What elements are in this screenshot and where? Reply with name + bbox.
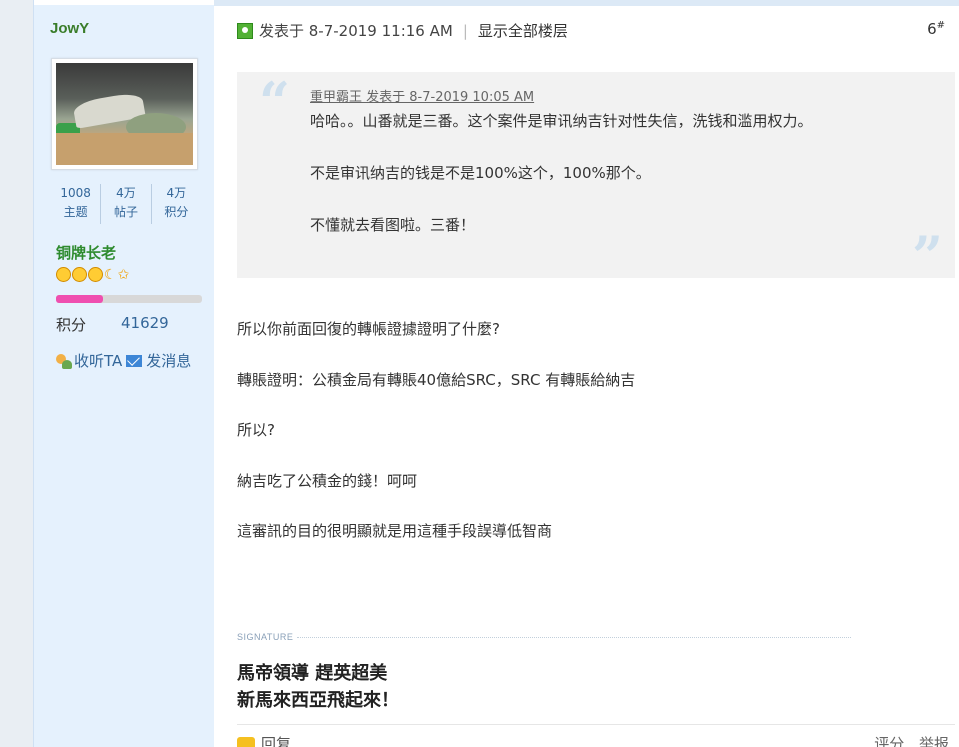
quote-paragraph: 不是审讯纳吉的钱是不是100%这个，100%那个。 [310, 164, 651, 182]
rank-icons: ☾ ✩ [56, 267, 129, 283]
post-paragraph: 納吉吃了公積金的錢！呵呵 [237, 471, 418, 490]
points-value: 41629 [121, 314, 169, 332]
signature-dots [297, 636, 851, 638]
reply-button[interactable]: 回复 [237, 733, 291, 747]
show-all-floors-link[interactable]: 显示全部楼层 [478, 20, 568, 41]
post-paragraph: 轉賬證明：公積金局有轉賬40億給SRC，SRC 有轉賬給納吉 [237, 370, 636, 389]
footer-divider [237, 724, 955, 725]
signature-line: 馬帝領導 趕英超美 [237, 663, 388, 684]
quote-paragraph: 哈哈。。山番就是三番。这个案件是审讯纳吉针对性失信，洗钱和滥用权力。 [310, 112, 813, 130]
signature-line: 新馬來西亞飛起來！ [237, 690, 399, 711]
sun-face-icon [72, 267, 87, 282]
header-separator: | [462, 21, 468, 40]
post-paragraph: 所以? [237, 421, 275, 440]
stat-posts[interactable]: 4万 帖子 [100, 184, 150, 224]
user-stats: 1008 主题 4万 帖子 4万 积分 [51, 184, 201, 224]
mail-icon [126, 354, 143, 367]
sun-face-icon [88, 267, 103, 282]
star-icon: ✩ [117, 267, 130, 283]
send-message-link[interactable]: 发消息 [146, 350, 191, 371]
post-actions: 评分 举报 [864, 733, 949, 747]
signature: 馬帝領導 趕英超美 新馬來西亞飛起來！ [237, 660, 399, 714]
reply-icon [237, 736, 255, 747]
avatar-image [56, 63, 193, 165]
moon-icon: ☾ [104, 267, 117, 283]
rank-title[interactable]: 铜牌长老 [56, 242, 116, 263]
stat-threads[interactable]: 1008 主题 [51, 184, 100, 224]
post-timestamp: 发表于 8-7-2019 11:16 AM [259, 22, 453, 40]
floor-number-value: 6 [927, 20, 937, 38]
user-actions: 收听TA 发消息 [54, 350, 191, 371]
rank-progress-bar [56, 295, 202, 303]
close-quote-icon: ” [911, 224, 943, 288]
post-main: 发表于 8-7-2019 11:16 AM | 显示全部楼层 6# “ 重甲霸王… [214, 0, 959, 747]
online-status-icon [237, 22, 253, 39]
page-gutter [0, 0, 33, 747]
post-content: 所以你前面回復的轉帳證據證明了什麼? 轉賬證明：公積金局有轉賬40億給SRC，S… [237, 318, 937, 571]
post-top-bar [214, 0, 959, 6]
username[interactable]: JowY [50, 20, 89, 37]
signature-divider: SIGNATURE [237, 632, 851, 642]
post-paragraph: 這審訊的目的很明顯就是用這種手段誤導低智商 [237, 522, 553, 541]
rank-progress-fill [56, 295, 103, 303]
post-paragraph: 所以你前面回復的轉帳證據證明了什麼? [237, 320, 500, 338]
sun-face-icon [56, 267, 71, 282]
avatar[interactable] [51, 58, 198, 170]
rate-link[interactable]: 评分 [874, 735, 904, 747]
follow-icon [54, 353, 72, 369]
quote-paragraph: 不懂就去看图啦。三番！ [310, 216, 476, 234]
follow-link[interactable]: 收听TA [74, 350, 122, 371]
quote-block: “ 重甲霸王 发表于 8-7-2019 10:05 AM 哈哈。。山番就是三番。… [237, 70, 955, 288]
quote-author-link[interactable]: 重甲霸王 发表于 8-7-2019 10:05 AM [310, 86, 534, 105]
reply-label: 回复 [261, 735, 292, 747]
points-label: 积分 [56, 316, 87, 334]
stat-credits[interactable]: 4万 积分 [150, 184, 201, 224]
report-link[interactable]: 举报 [919, 735, 949, 747]
signature-label: SIGNATURE [237, 632, 294, 642]
floor-number[interactable]: 6# [927, 20, 945, 38]
sidebar-top-line [34, 0, 214, 5]
open-quote-icon: “ [259, 70, 291, 134]
floor-mark: # [936, 20, 945, 31]
user-sidebar: JowY 1008 主题 4万 帖子 4万 积分 铜牌长老 ☾ ✩ 积分 416… [33, 0, 214, 747]
post-header: 发表于 8-7-2019 11:16 AM | 显示全部楼层 [237, 20, 568, 41]
quote-body: 哈哈。。山番就是三番。这个案件是审讯纳吉针对性失信，洗钱和滥用权力。 不是审讯纳… [310, 108, 870, 264]
